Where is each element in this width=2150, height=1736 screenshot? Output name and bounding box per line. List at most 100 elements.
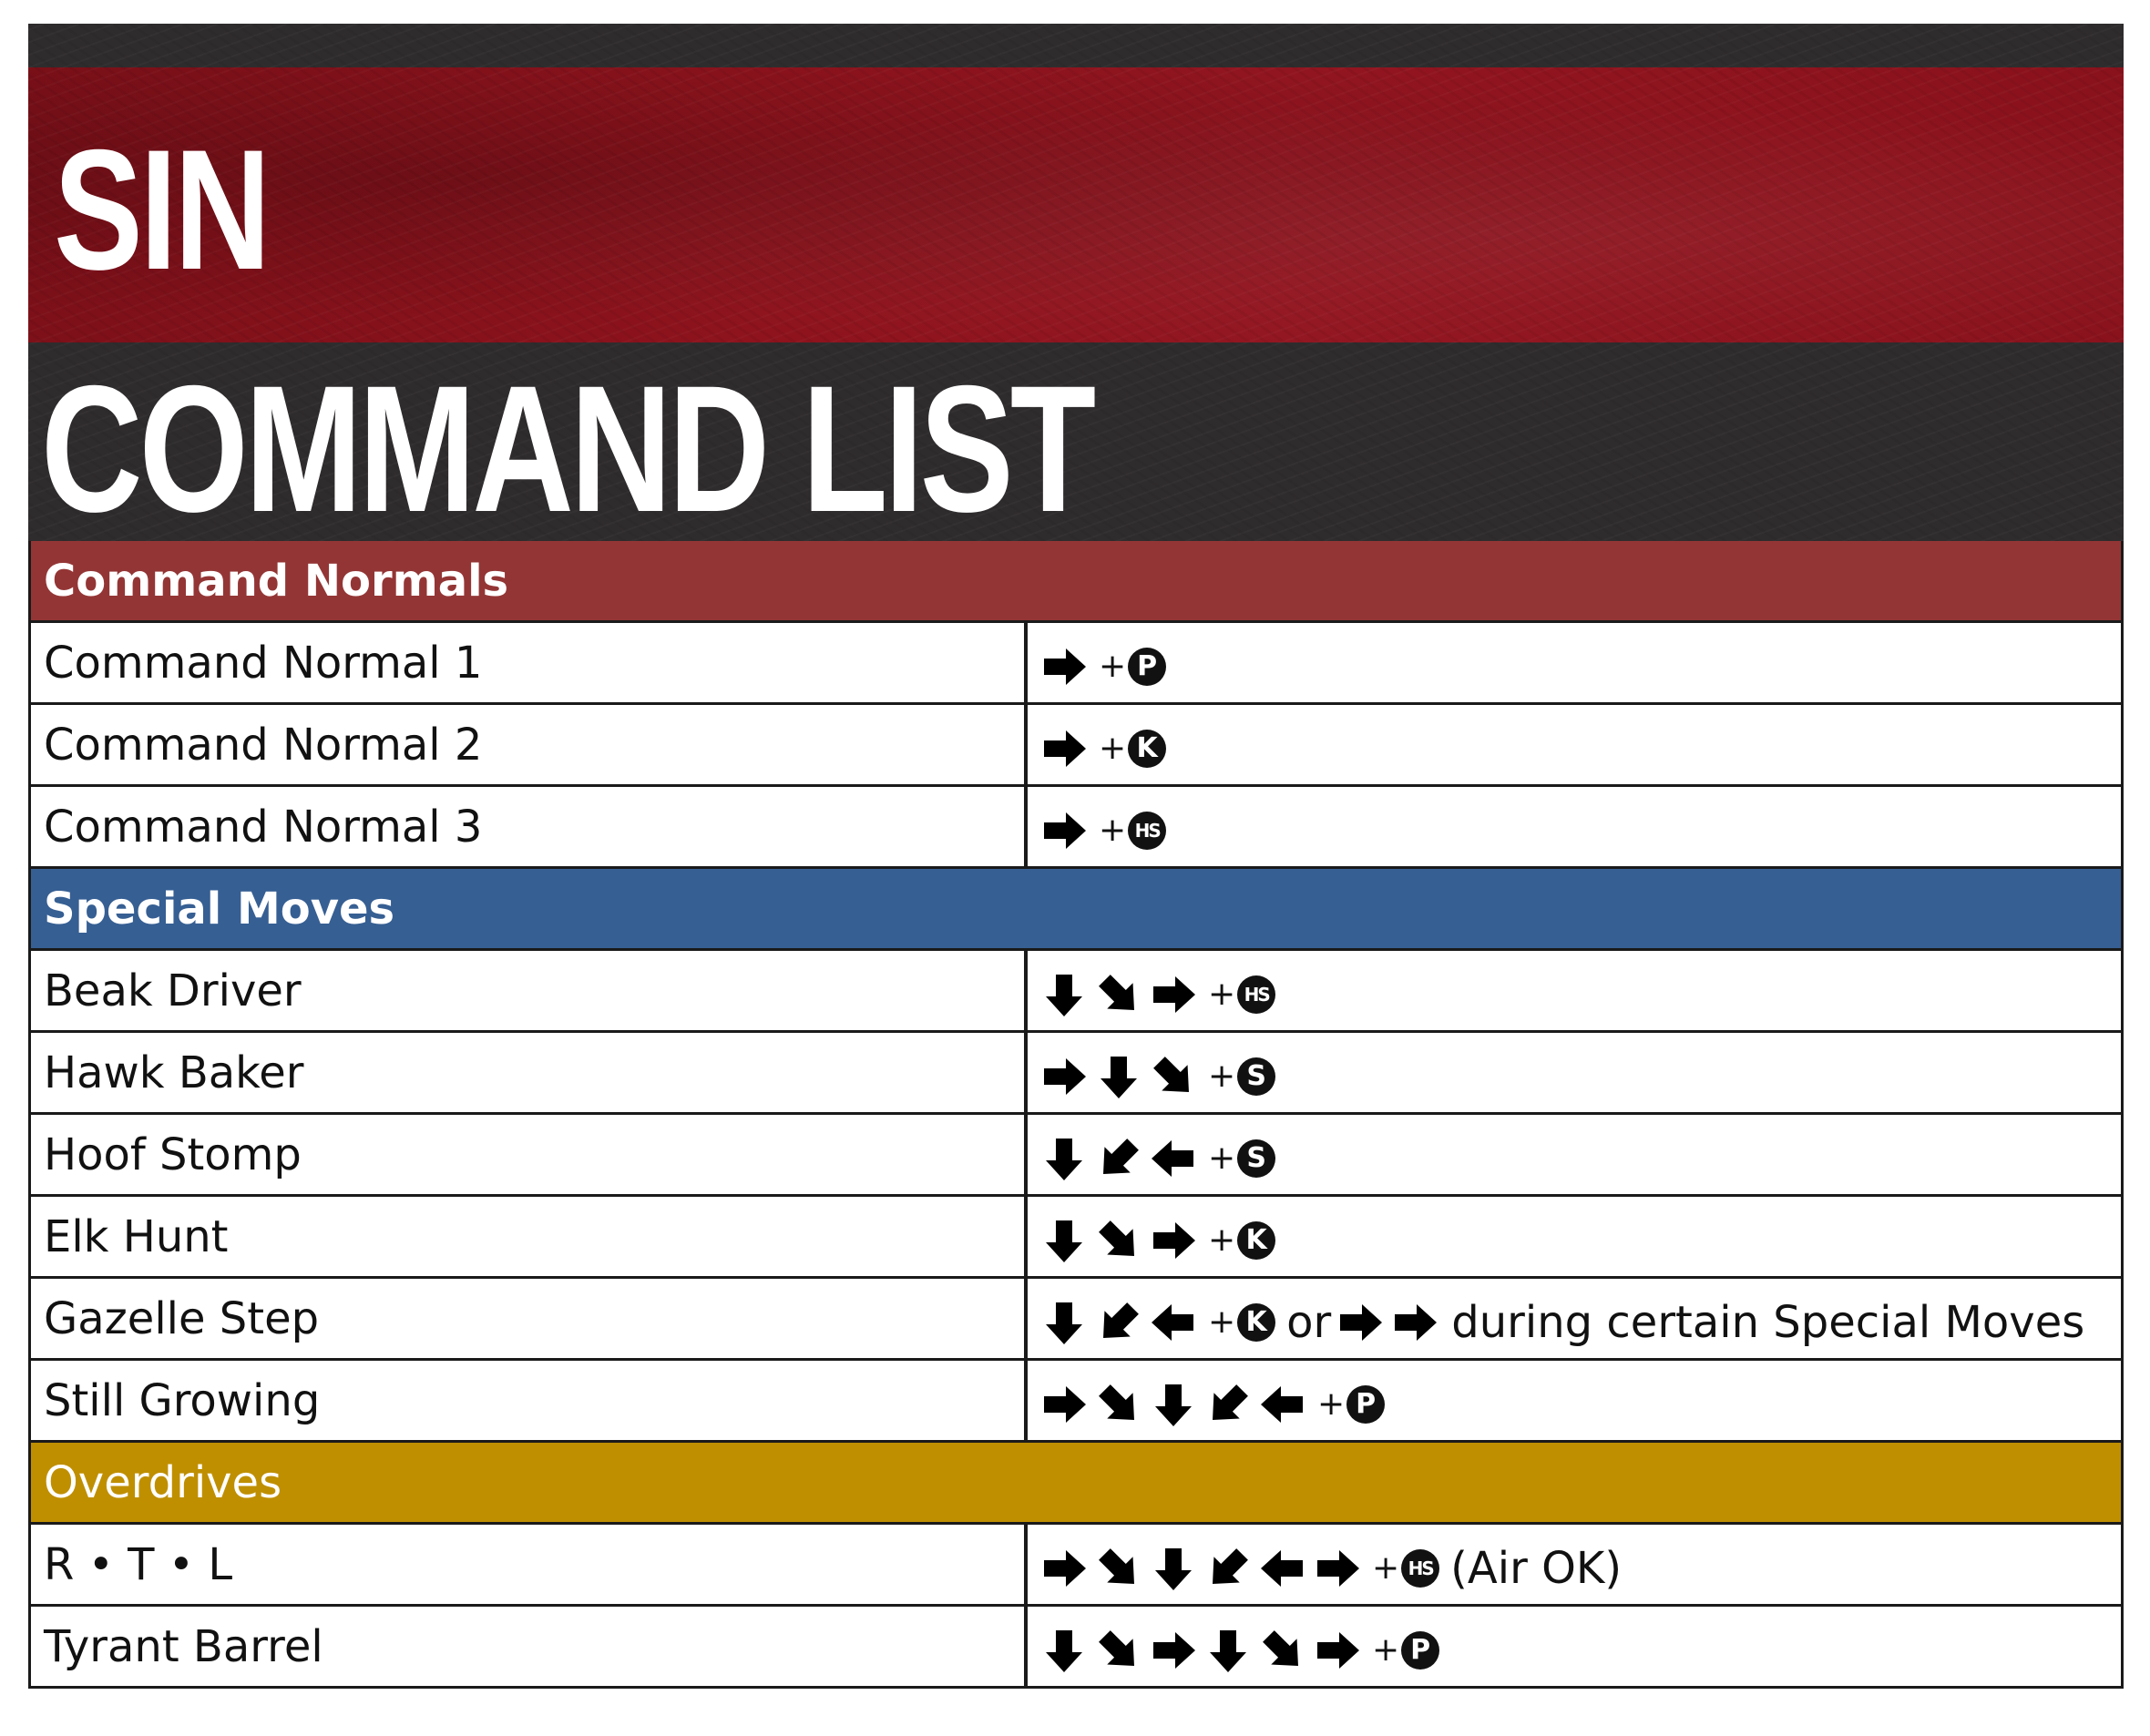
command-list-sheet: SIN COMMAND LIST Command Normals Command … — [28, 24, 2124, 1689]
button-k-icon: K — [1237, 1220, 1276, 1260]
move-command: + K — [1028, 705, 2121, 784]
move-command: + P — [1028, 1607, 2121, 1686]
button-hs-icon: HS — [1237, 975, 1276, 1014]
move-command: + HS — [1028, 787, 2121, 866]
right-arrow-icon — [1153, 975, 1195, 1013]
plus-sign: + — [1208, 1303, 1236, 1341]
right-arrow-icon — [1153, 1631, 1195, 1669]
move-name: Elk Hunt — [31, 1197, 1028, 1276]
move-name: Hawk Baker — [31, 1033, 1028, 1112]
move-command: + P — [1028, 623, 2121, 702]
command-note: (Air OK) — [1450, 1542, 1623, 1594]
down-arrow-icon — [1046, 974, 1082, 1016]
left-arrow-icon — [1152, 1303, 1193, 1341]
command-table: Command Normals Command Normal 1 + P Command… — [28, 541, 2124, 1689]
down-right-arrow-icon — [1099, 1384, 1134, 1420]
button-s-icon: S — [1237, 1139, 1276, 1178]
right-arrow-icon — [1153, 1221, 1195, 1259]
table-row: Command Normal 1 + P — [31, 623, 2121, 705]
move-name: Tyrant Barrel — [31, 1607, 1028, 1686]
down-arrow-icon — [1155, 1384, 1192, 1426]
left-arrow-icon — [1261, 1549, 1303, 1587]
move-command: + HS — [1028, 951, 2121, 1030]
plus-sign: + — [1208, 1057, 1236, 1095]
move-command: + P — [1028, 1361, 2121, 1440]
character-name-title: SIN — [54, 114, 271, 305]
down-arrow-icon — [1101, 1056, 1137, 1098]
move-command: + HS (Air OK) — [1028, 1525, 2121, 1604]
down-arrow-icon — [1046, 1629, 1082, 1672]
button-hs-icon: HS — [1401, 1548, 1440, 1588]
table-row: Elk Hunt + K — [31, 1197, 2121, 1279]
section-header: Special Moves — [31, 869, 2121, 951]
move-name: Still Growing — [31, 1361, 1028, 1440]
right-arrow-icon — [1044, 1549, 1086, 1587]
down-right-arrow-icon — [1099, 1220, 1134, 1256]
button-p-icon: P — [1128, 647, 1167, 686]
move-name: Gazelle Step — [31, 1279, 1028, 1358]
command-note: or — [1286, 1296, 1332, 1348]
button-s-icon: S — [1237, 1057, 1276, 1096]
down-arrow-icon — [1046, 1302, 1082, 1344]
button-k-icon: K — [1237, 1302, 1276, 1342]
button-hs-icon: HS — [1128, 811, 1167, 850]
plus-sign: + — [1208, 1221, 1236, 1259]
move-name: Command Normal 3 — [31, 787, 1028, 866]
command-note: during certain Special Moves — [1451, 1296, 2085, 1348]
down-arrow-icon — [1155, 1547, 1192, 1590]
button-p-icon: P — [1401, 1630, 1440, 1670]
table-row: Hoof Stomp + S — [31, 1115, 2121, 1197]
down-right-arrow-icon — [1099, 974, 1134, 1010]
down-arrow-icon — [1046, 1138, 1082, 1180]
section-header: Overdrives — [31, 1443, 2121, 1525]
plus-sign: + — [1317, 1385, 1346, 1423]
down-left-arrow-icon — [1103, 1302, 1139, 1338]
plus-sign: + — [1208, 1139, 1236, 1177]
down-left-arrow-icon — [1103, 1138, 1139, 1174]
right-arrow-icon — [1044, 1057, 1086, 1095]
move-command: + S — [1028, 1033, 2121, 1112]
plus-sign: + — [1099, 648, 1127, 685]
down-right-arrow-icon — [1263, 1629, 1298, 1666]
button-p-icon: P — [1346, 1384, 1386, 1424]
plus-sign: + — [1208, 975, 1236, 1013]
move-command: + Kor during certain Special Moves — [1028, 1279, 2121, 1358]
table-row: Hawk Baker + S — [31, 1033, 2121, 1115]
table-row: Gazelle Step + Kor during certain Special M… — [31, 1279, 2121, 1361]
left-arrow-icon — [1152, 1139, 1193, 1177]
down-right-arrow-icon — [1099, 1547, 1134, 1584]
plus-sign: + — [1099, 730, 1127, 767]
command-list-title: COMMAND LIST — [41, 348, 1096, 541]
plus-sign: + — [1372, 1549, 1400, 1587]
move-command: + S — [1028, 1115, 2121, 1194]
table-row: Command Normal 2 + K — [31, 705, 2121, 787]
right-arrow-icon — [1317, 1549, 1359, 1587]
move-command: + K — [1028, 1197, 2121, 1276]
plus-sign: + — [1372, 1631, 1400, 1669]
down-left-arrow-icon — [1213, 1384, 1248, 1420]
table-row: Still Growing + P — [31, 1361, 2121, 1443]
table-row: Command Normal 3 + HS — [31, 787, 2121, 869]
down-right-arrow-icon — [1153, 1056, 1189, 1092]
down-left-arrow-icon — [1213, 1547, 1248, 1584]
right-arrow-icon — [1340, 1303, 1383, 1341]
down-arrow-icon — [1210, 1629, 1246, 1672]
table-row: Beak Driver + HS — [31, 951, 2121, 1033]
move-name: Hoof Stomp — [31, 1115, 1028, 1194]
right-arrow-icon — [1044, 1385, 1086, 1423]
right-arrow-icon — [1044, 730, 1086, 767]
right-arrow-icon — [1395, 1303, 1438, 1341]
section-header: Command Normals — [31, 541, 2121, 623]
header-banner: SIN COMMAND LIST — [28, 24, 2124, 541]
right-arrow-icon — [1317, 1631, 1359, 1669]
button-k-icon: K — [1128, 729, 1167, 768]
move-name: Beak Driver — [31, 951, 1028, 1030]
move-name: Command Normal 1 — [31, 623, 1028, 702]
table-row: Tyrant Barrel + P — [31, 1607, 2121, 1689]
move-name: Command Normal 2 — [31, 705, 1028, 784]
right-arrow-icon — [1044, 812, 1086, 849]
left-arrow-icon — [1261, 1385, 1303, 1423]
move-name: R • T • L — [31, 1525, 1028, 1604]
table-row: R • T • L + HS (Air OK) — [31, 1525, 2121, 1607]
plus-sign: + — [1099, 812, 1127, 849]
